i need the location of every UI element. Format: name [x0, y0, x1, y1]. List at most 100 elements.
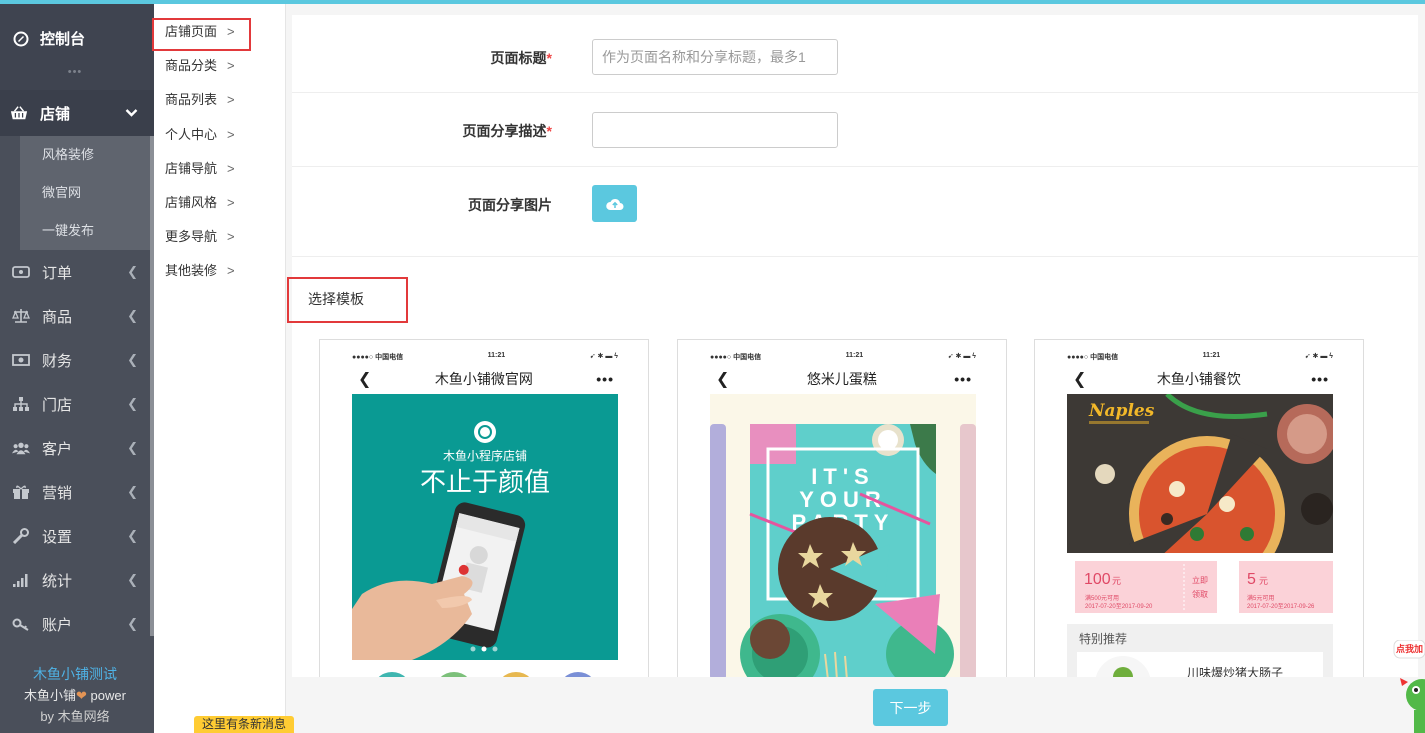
sidebar-item-label: 门店	[42, 396, 73, 414]
money-icon	[12, 352, 30, 368]
back-icon: ❮	[358, 371, 372, 388]
subnav-item-profile[interactable]: 个人中心 >	[154, 118, 285, 152]
chevron-left-icon: ❮	[127, 572, 138, 587]
sitemap-icon	[12, 396, 30, 412]
basket-icon	[10, 105, 28, 121]
svg-text:特别推荐: 特别推荐	[1079, 631, 1127, 646]
sidebar-item-label: 订单	[42, 264, 73, 282]
sidebar-item-finance[interactable]: 财务 ❮	[0, 338, 154, 382]
sidebar-item-product[interactable]: 商品 ❮	[0, 294, 154, 338]
chevron-left-icon: ❮	[127, 616, 138, 631]
sidebar-item-label: 客户	[42, 440, 73, 458]
form-row-title: 页面标题* 作为页面名称和分享标题，最多1	[292, 15, 1418, 93]
chevron-left-icon: ❮	[127, 352, 138, 367]
svg-text:100: 100	[1084, 571, 1111, 588]
form-row-desc: 页面分享描述*	[292, 93, 1418, 167]
chevron-down-icon	[125, 105, 138, 122]
sidebar-separator: •••	[67, 66, 83, 78]
subnav-item-product-list[interactable]: 商品列表 >	[154, 83, 285, 117]
bottom-action-bar: 下一步	[286, 677, 1425, 733]
svg-text:木鱼小程序店铺: 木鱼小程序店铺	[443, 448, 527, 463]
sidebar-subitem-style[interactable]: 风格装修	[20, 136, 150, 174]
sidebar-item-customer[interactable]: 客户 ❮	[0, 426, 154, 470]
chevron-right-icon: >	[227, 58, 235, 74]
sidebar-item-settings[interactable]: 设置 ❮	[0, 514, 154, 558]
template-card-official[interactable]: ●●●●○ 中国电信 11:21 ➹ ✱ ▬ ϟ ❮ 木鱼小铺微官网 ••• 木鱼小程序…	[319, 339, 649, 679]
order-icon	[12, 264, 30, 280]
svg-text:不止于颜值: 不止于颜值	[420, 467, 550, 497]
compass-icon	[12, 31, 30, 47]
phone-nav-bar: ❮ 木鱼小铺餐饮 •••	[1067, 368, 1333, 390]
share-image-label: 页面分享图片	[468, 197, 552, 213]
decoration-subnav: 店铺页面 > 商品分类 > 商品列表 > 个人中心 > 店铺导航 > 店铺风格 > 更多导航…	[154, 4, 286, 733]
chevron-right-icon: >	[227, 195, 235, 211]
svg-text:Naples: Naples	[1088, 401, 1155, 421]
next-step-button[interactable]: 下一步	[873, 689, 948, 726]
svg-text:IT'S: IT'S	[811, 464, 874, 489]
gift-icon	[12, 484, 30, 500]
sidebar-item-order[interactable]: 订单 ❮	[0, 250, 154, 294]
subnav-item-category[interactable]: 商品分类 >	[154, 49, 285, 83]
sidebar-subitem-publish[interactable]: 一键发布	[20, 212, 150, 250]
subnav-item-shop-nav[interactable]: 店铺导航 >	[154, 152, 285, 186]
sidebar-item-marketing[interactable]: 营销 ❮	[0, 470, 154, 514]
more-icon: •••	[596, 371, 614, 387]
sidebar-item-label: 营销	[42, 484, 73, 502]
sidebar-item-account[interactable]: 账户 ❮	[0, 602, 154, 646]
sidebar-item-shop[interactable]: 店铺	[0, 90, 154, 136]
sidebar-submenu: 风格装修 微官网 一键发布	[20, 136, 150, 250]
template-preview-image: Naples 100 元 满500元可用 2017-07-20至2017-09-…	[1067, 394, 1333, 678]
page-title-label: 页面标题*	[490, 50, 552, 66]
battery-icon: ➹ ✱ ▬ ϟ	[947, 353, 976, 360]
page-form-panel: 页面标题* 作为页面名称和分享标题，最多1 页面分享描述* 页面分享图片 选择模…	[292, 15, 1418, 679]
share-desc-input[interactable]	[592, 112, 838, 148]
sidebar-subitem-microsite[interactable]: 微官网	[20, 174, 150, 212]
upload-image-button[interactable]	[592, 185, 637, 222]
template-title: 悠米儿蛋糕	[806, 371, 877, 387]
highlight-box-select-template	[287, 277, 408, 323]
subnav-item-more-nav[interactable]: 更多导航 >	[154, 220, 285, 254]
phone-nav-bar: ❮ 木鱼小铺微官网 •••	[352, 368, 618, 390]
share-desc-label: 页面分享描述*	[462, 123, 552, 139]
new-message-badge[interactable]: 这里有条新消息	[194, 716, 294, 733]
sidebar-item-label: 统计	[42, 572, 73, 590]
signal-icon	[12, 572, 30, 588]
sidebar-item-label: 设置	[42, 528, 73, 546]
svg-text:2017-07-20至2017-09-20: 2017-07-20至2017-09-20	[1085, 603, 1153, 610]
chevron-right-icon: >	[227, 92, 235, 108]
subnav-item-other[interactable]: 其他装修 >	[154, 254, 285, 288]
phone-status-bar: ●●●●○ 中国电信 11:21 ➹ ✱ ▬ ϟ	[352, 352, 618, 361]
template-card-cake[interactable]: ●●●●○ 中国电信 11:21 ➹ ✱ ▬ ϟ ❮ 悠米儿蛋糕 ••• IT'S YO…	[677, 339, 1007, 679]
sidebar-item-store[interactable]: 门店 ❮	[0, 382, 154, 426]
chevron-left-icon: ❮	[127, 528, 138, 543]
sidebar-item-dashboard[interactable]: 控制台 •••	[0, 4, 154, 90]
sidebar-item-label: 财务	[42, 352, 73, 370]
wrench-icon	[12, 528, 30, 544]
battery-icon: ➹ ✱ ▬ ϟ	[1304, 353, 1333, 360]
highlight-box-shop-page	[152, 18, 251, 51]
chevron-right-icon: >	[227, 263, 235, 279]
chevron-left-icon: ❮	[127, 308, 138, 323]
template-card-restaurant[interactable]: ●●●●○ 中国电信 11:21 ➹ ✱ ▬ ϟ ❮ 木鱼小铺餐饮 ••• Naples	[1034, 339, 1364, 679]
form-row-image: 页面分享图片	[292, 167, 1418, 257]
sidebar-item-stats[interactable]: 统计 ❮	[0, 558, 154, 602]
chevron-left-icon: ❮	[127, 264, 138, 279]
key-icon	[12, 616, 30, 632]
chevron-left-icon: ❮	[127, 396, 138, 411]
more-icon: •••	[1311, 371, 1329, 387]
subnav-item-shop-style[interactable]: 店铺风格 >	[154, 186, 285, 220]
svg-text:元: 元	[1259, 576, 1268, 586]
heart-icon: ❤	[76, 688, 87, 703]
phone-status-bar: ●●●●○ 中国电信 11:21 ➹ ✱ ▬ ϟ	[1067, 352, 1333, 361]
shop-name-link[interactable]: 木鱼小铺测试	[0, 664, 150, 685]
page-title-input[interactable]: 作为页面名称和分享标题，最多1	[592, 39, 838, 75]
main-sidebar: 控制台 ••• 店铺 风格装修 微官网 一键发布 订单 ❮ 商品 ❮ 财务 ❮ …	[0, 4, 154, 733]
back-icon: ❮	[716, 371, 730, 388]
template-preview-image: 木鱼小程序店铺 不止于颜值	[352, 394, 618, 678]
sidebar-item-label: 店铺	[40, 105, 71, 123]
mascot-widget[interactable]: 点我加	[1392, 639, 1425, 733]
sidebar-item-label: 控制台	[40, 31, 86, 48]
chevron-left-icon: ❮	[127, 484, 138, 499]
chevron-left-icon: ❮	[127, 440, 138, 455]
chevron-right-icon: >	[227, 160, 235, 176]
